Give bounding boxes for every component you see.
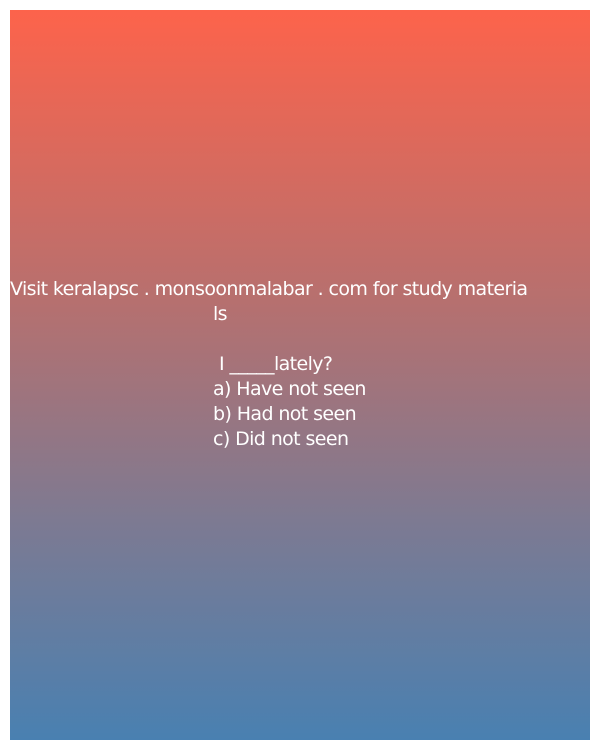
promo-text-line-1: Visit keralapsc . monsoonmalabar . com f… bbox=[10, 278, 528, 300]
option-a: a) Have not seen bbox=[213, 378, 366, 400]
option-c: c) Did not seen bbox=[213, 428, 349, 450]
question-text: I _____lately? bbox=[219, 353, 333, 375]
option-b: b) Had not seen bbox=[213, 403, 357, 425]
promo-text-line-2: ls bbox=[213, 303, 228, 325]
question-card: Visit keralapsc . monsoonmalabar . com f… bbox=[10, 10, 590, 740]
